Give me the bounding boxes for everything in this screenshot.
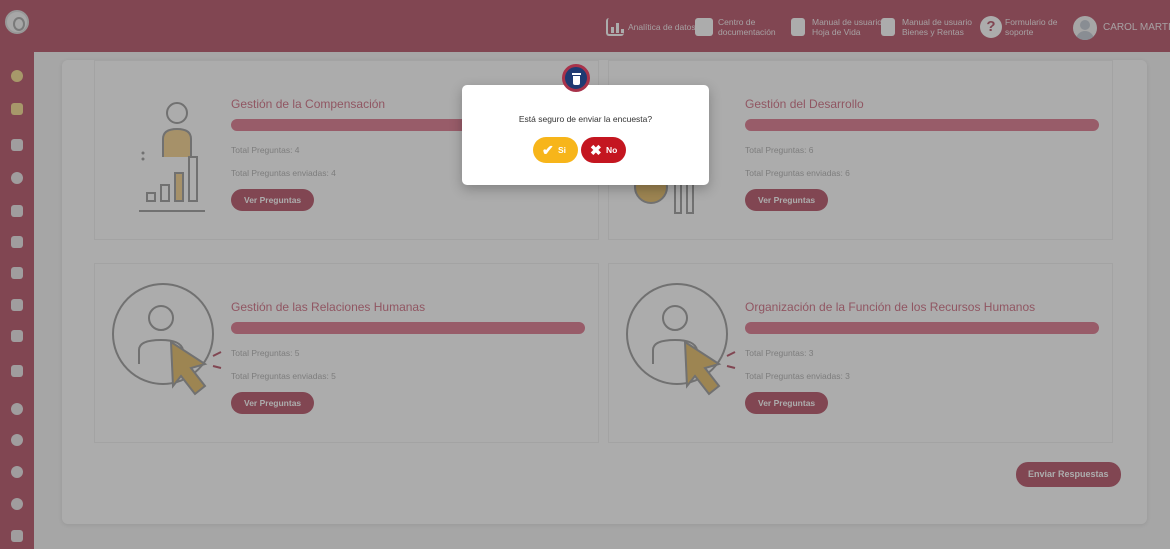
trash-icon [562,64,590,92]
no-button[interactable]: ✖ No [581,137,626,163]
close-icon: ✖ [590,142,602,158]
confirm-dialog: Está seguro de enviar la encuesta? ✔ Si … [462,85,709,185]
confirm-message: Está seguro de enviar la encuesta? [518,114,653,124]
check-icon: ✔ [542,142,554,158]
yes-button[interactable]: ✔ Si [533,137,578,163]
